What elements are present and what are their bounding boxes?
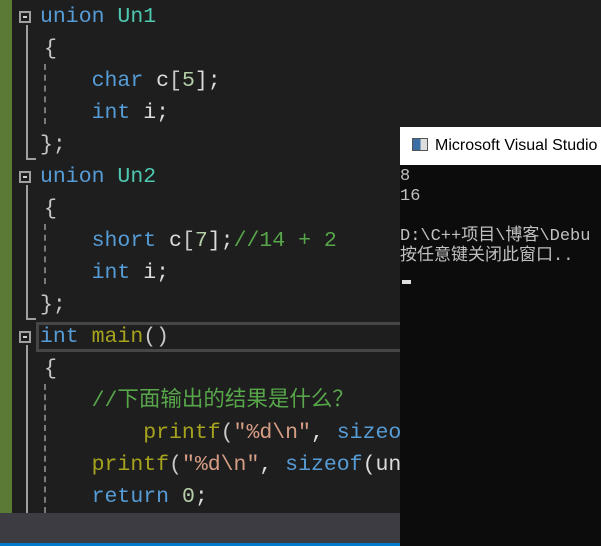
code-token: int [91,261,144,285]
code-token: { [44,37,57,61]
code-line[interactable]: int i; [40,97,169,129]
code-token: () [143,325,170,349]
console-title: Microsoft Visual Studio [435,137,598,154]
code-line[interactable]: int i; [40,257,169,289]
code-token: ; [194,485,208,509]
code-token: [ [181,229,195,253]
code-token: return [91,485,182,509]
code-token: i; [143,101,170,125]
console-output-line: 按任意键关闭此窗口.. [400,247,574,266]
console-title-bar[interactable]: Microsoft Visual Studio [400,127,601,165]
collapse-icon[interactable] [19,171,31,183]
code-line[interactable]: union Un2 [40,161,156,193]
code-token: }; [40,133,66,157]
code-token: Un1 [117,5,157,29]
code-token: //下面输出的结果是什么？ [91,389,354,413]
code-line[interactable]: printf("%d\n", sizeof(un [40,449,402,481]
code-token: (un [362,453,402,477]
code-token: ]; [207,229,234,253]
code-token: c [169,229,182,253]
code-line[interactable]: char c[5]; [40,65,221,97]
code-token: ( [220,421,234,445]
code-token: { [44,197,57,221]
code-token: sizeof [285,453,363,477]
code-token: [ [169,69,182,93]
change-tracking-bar [0,0,12,513]
code-token: char [91,69,157,93]
code-token: 5 [181,69,195,93]
code-token: i; [143,261,170,285]
code-line[interactable]: }; [40,129,66,161]
code-line[interactable]: int main() [40,321,169,353]
code-token: union [40,165,118,189]
code-line[interactable]: }; [40,289,66,321]
code-token: "%d\n" [233,421,311,445]
code-line[interactable]: short c[7];//14 + 2 [40,225,337,257]
code-token: union [40,5,118,29]
console-output-line: 16 [400,187,421,206]
fold-guide [26,185,28,319]
code-token: Un2 [117,165,157,189]
console-cursor [402,280,411,284]
code-token: printf [143,421,221,445]
code-line[interactable]: printf("%d\n", sizeof [40,417,414,449]
code-token: ]; [194,69,221,93]
console-app-icon [412,138,428,151]
fold-guide [26,25,28,159]
code-line[interactable]: { [44,353,57,385]
code-token: printf [91,453,170,477]
console-output-line: 8 [400,167,411,186]
code-token: c [156,69,170,93]
fold-guide-end [26,158,36,160]
code-token: }; [40,293,66,317]
code-token: { [44,357,57,381]
code-line[interactable]: return 0; [40,481,208,513]
code-line[interactable]: //下面输出的结果是什么？ [40,385,354,417]
code-token: 7 [194,229,208,253]
fold-guide-end [26,318,36,320]
code-token: 0 [181,485,195,509]
code-line[interactable]: { [44,193,57,225]
code-token: , [259,453,286,477]
code-token: ( [169,453,182,477]
code-token: , [310,421,337,445]
code-token: int [40,325,92,349]
code-token: int [91,101,144,125]
collapse-icon[interactable] [19,331,31,343]
code-token: main [91,325,144,349]
console-output-line: D:\C++项目\博客\Debu [400,227,591,246]
code-line[interactable]: { [44,33,57,65]
code-token: "%d\n" [181,453,260,477]
console-window[interactable]: Microsoft Visual Studio 8 16 D:\C++项目\博客\D… [400,127,601,546]
code-line[interactable]: union Un1 [40,1,156,33]
fold-guide [26,345,28,513]
collapse-icon[interactable] [19,11,31,23]
code-token: short [91,229,170,253]
code-token: //14 + 2 [233,229,337,253]
